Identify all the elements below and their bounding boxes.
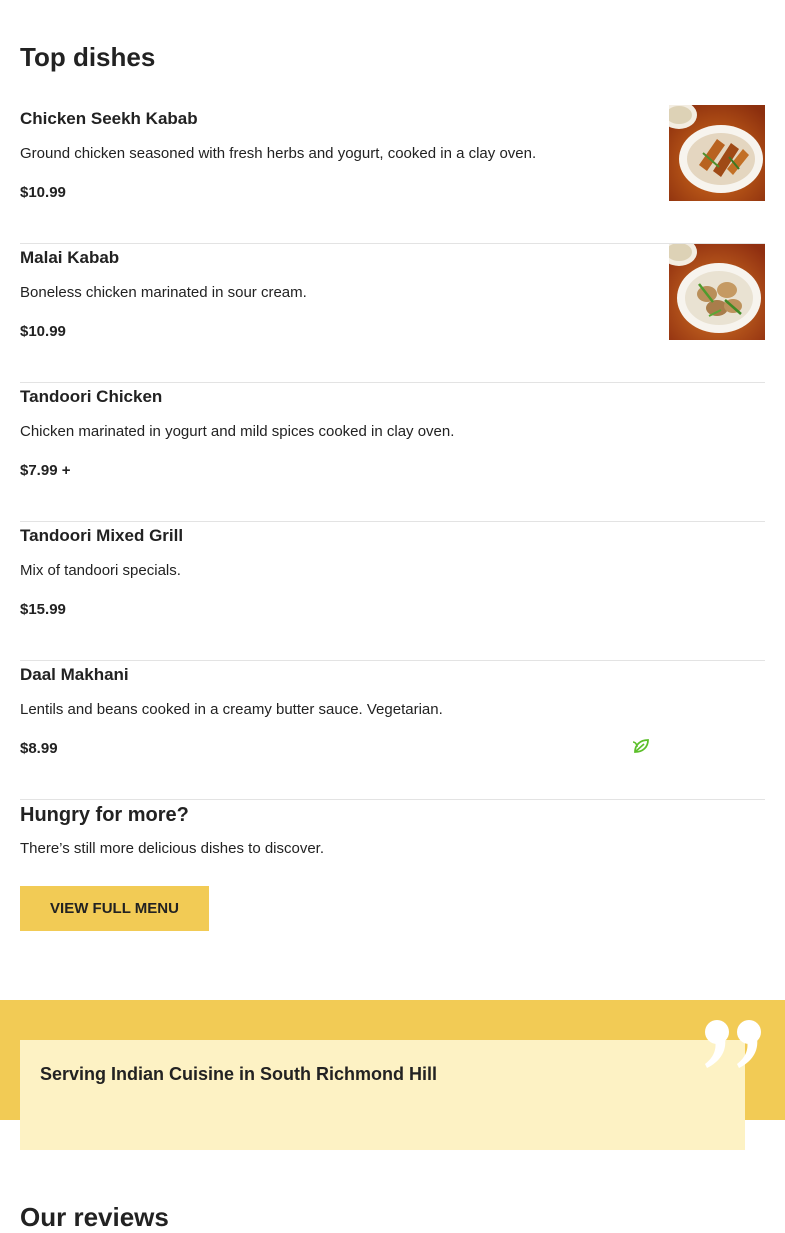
dish-price: $7.99 +	[20, 462, 71, 479]
dish-item[interactable]: Tandoori Mixed Grill Mix of tandoori spe…	[20, 522, 765, 661]
reviews-title: Our reviews	[20, 1202, 169, 1232]
dish-name: Tandoori Chicken	[20, 387, 163, 406]
section-title: Top dishes	[20, 42, 156, 72]
dish-name: Tandoori Mixed Grill	[20, 526, 184, 545]
dish-item[interactable]: Malai Kabab Boneless chicken marinated i…	[20, 244, 765, 383]
dish-price: $10.99	[20, 323, 66, 340]
dish-description: Boneless chicken marinated in sour cream…	[20, 284, 307, 301]
view-full-menu-button[interactable]: VIEW FULL MENU	[20, 886, 209, 931]
vegetarian-leaf-icon	[632, 738, 650, 754]
dish-price: $10.99	[20, 184, 66, 201]
dish-item[interactable]: Tandoori Chicken Chicken marinated in yo…	[20, 383, 765, 522]
dish-name: Daal Makhani	[20, 665, 129, 684]
dish-name: Chicken Seekh Kabab	[20, 109, 198, 128]
dish-name: Malai Kabab	[20, 248, 120, 267]
dish-image[interactable]	[669, 105, 765, 201]
more-text: There’s still more delicious dishes to d…	[20, 840, 325, 857]
dish-description: Mix of tandoori specials.	[20, 562, 181, 579]
dish-price: $15.99	[20, 601, 66, 618]
dish-image[interactable]	[669, 244, 765, 340]
banner-text: Serving Indian Cuisine in South Richmond…	[40, 1064, 438, 1084]
dish-item[interactable]: Chicken Seekh Kabab Ground chicken seaso…	[20, 105, 765, 244]
dish-description: Chicken marinated in yogurt and mild spi…	[20, 423, 455, 440]
more-title: Hungry for more?	[20, 804, 189, 826]
dish-item[interactable]: Daal Makhani Lentils and beans cooked in…	[20, 661, 765, 800]
dish-description: Lentils and beans cooked in a creamy but…	[20, 701, 443, 718]
banner-card: Serving Indian Cuisine in South Richmond…	[20, 1040, 745, 1150]
quote-mark-icon	[703, 1018, 767, 1070]
dish-price: $8.99	[20, 740, 58, 757]
dish-description: Ground chicken seasoned with fresh herbs…	[20, 145, 537, 162]
